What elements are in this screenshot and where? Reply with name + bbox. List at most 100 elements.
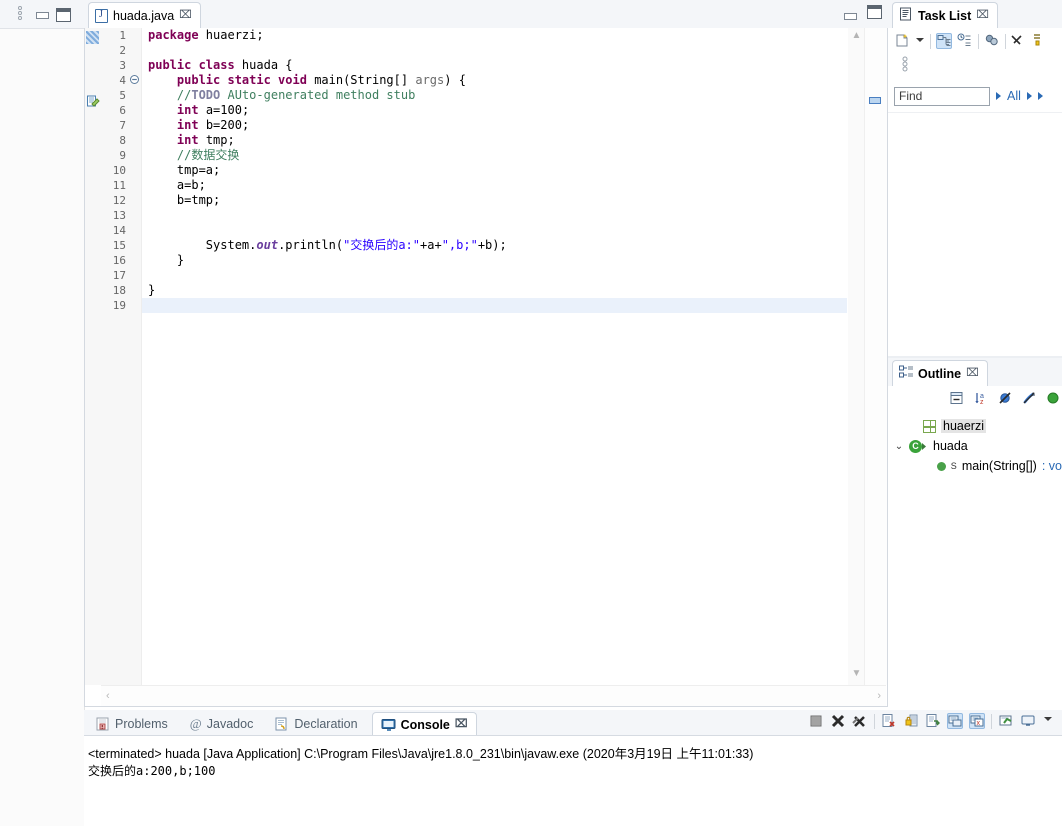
- filter-completed-icon[interactable]: [1011, 33, 1027, 49]
- tab-javadoc[interactable]: @ Javadoc: [182, 712, 262, 735]
- editor-overview-ruler[interactable]: [864, 28, 887, 685]
- close-icon[interactable]: ⌧: [455, 719, 468, 730]
- chevron-down-icon[interactable]: ⌄: [894, 441, 904, 452]
- view-menu-icon[interactable]: [1032, 33, 1048, 49]
- search-input[interactable]: [894, 86, 990, 106]
- code-line[interactable]: public static void main(String[] args) {: [142, 73, 847, 88]
- outline-tree[interactable]: huaerzi ⌄ Chuada Smain(String[]) : vo: [888, 414, 1062, 712]
- chevron-right-icon[interactable]: [1026, 92, 1032, 100]
- scroll-right-arrow-icon[interactable]: ›: [877, 690, 881, 702]
- restore-icon[interactable]: [18, 6, 26, 22]
- code-line[interactable]: System.out.println("交换后的a:"+a+",b;"+b);: [142, 238, 847, 253]
- code-line[interactable]: public class huada {: [142, 58, 847, 73]
- outline-tree-item[interactable]: Smain(String[]) : vo: [888, 456, 1062, 476]
- code-line[interactable]: [142, 223, 847, 238]
- outline-tree-item[interactable]: ⌄ Chuada: [888, 436, 1062, 456]
- minimize-icon[interactable]: [844, 12, 857, 20]
- bottom-panel: Problems @ Javadoc Declaration Console ⌧: [84, 710, 1062, 826]
- sort-icon[interactable]: az: [974, 391, 990, 407]
- editor-line-numbers: 1 2 3 4 5 6 7 8 9 10 11 12 13 14 15 16 17 18 19: [101, 28, 129, 685]
- task-list-toolbar: [888, 28, 1062, 54]
- display-selected-console-icon[interactable]: [1020, 713, 1036, 729]
- code-line[interactable]: tmp=a;: [142, 163, 847, 178]
- open-console-icon[interactable]: [998, 713, 1014, 729]
- task-list-body[interactable]: [888, 112, 1062, 357]
- editor-horizontal-scrollbar[interactable]: ‹ ›: [101, 685, 886, 706]
- code-line[interactable]: [142, 43, 847, 58]
- view-menu-icon[interactable]: [1042, 713, 1058, 729]
- code-line[interactable]: [142, 268, 847, 283]
- code-line[interactable]: int b=200;: [142, 118, 847, 133]
- code-token: ) {: [444, 73, 466, 87]
- outline-item-icon: C: [909, 439, 928, 453]
- tab-task-list[interactable]: Task List ⌧: [892, 2, 998, 28]
- fold-slot: [129, 58, 141, 73]
- console-output[interactable]: <terminated> huada [Java Application] C:…: [84, 737, 1062, 826]
- code-token: int: [176, 133, 199, 147]
- scroll-up-arrow-icon[interactable]: ▲: [851, 30, 862, 41]
- code-line[interactable]: int tmp;: [142, 133, 847, 148]
- minimize-icon[interactable]: [36, 12, 49, 19]
- scroll-lock-icon[interactable]: [903, 713, 919, 729]
- collapse-all-icon[interactable]: [950, 391, 966, 407]
- left-rail: [0, 0, 85, 826]
- clear-console-icon[interactable]: [881, 713, 897, 729]
- chevron-right-icon[interactable]: [1037, 92, 1043, 100]
- editor-tab-bar: huada.java ⌧: [84, 0, 888, 28]
- hide-nonpublic-icon[interactable]: [1046, 391, 1062, 407]
- code-line[interactable]: //TODO AUto-generated method stub: [142, 88, 847, 103]
- tab-declaration[interactable]: Declaration: [267, 712, 365, 735]
- word-wrap-icon[interactable]: [925, 713, 941, 729]
- editor-folding-column[interactable]: [129, 28, 142, 685]
- new-task-dropdown-icon[interactable]: [915, 34, 925, 48]
- maximize-icon[interactable]: [867, 5, 882, 19]
- maximize-icon[interactable]: [56, 8, 71, 22]
- close-icon[interactable]: ⌧: [966, 368, 979, 379]
- tab-console[interactable]: Console ⌧: [371, 712, 477, 736]
- fold-collapse-icon[interactable]: [129, 73, 141, 88]
- code-line[interactable]: a=b;: [142, 178, 847, 193]
- bottom-tab-separator: [84, 735, 1062, 736]
- code-line[interactable]: int a=100;: [142, 103, 847, 118]
- restore-maximize-icon[interactable]: [901, 56, 909, 75]
- remove-all-terminated-icon[interactable]: [852, 713, 868, 729]
- editor-tab-huada-java[interactable]: huada.java ⌧: [88, 2, 201, 28]
- close-icon[interactable]: ⌧: [976, 10, 989, 21]
- code-line[interactable]: [142, 298, 847, 313]
- editor-code[interactable]: package huaerzi; public class huada { pub…: [142, 28, 847, 685]
- hide-static-icon[interactable]: s: [1022, 391, 1038, 407]
- code-line[interactable]: //数据交换: [142, 148, 847, 163]
- scheduled-presentation-icon[interactable]: [957, 33, 973, 49]
- new-task-icon[interactable]: [894, 32, 910, 51]
- show-console-on-output-icon[interactable]: [947, 713, 963, 729]
- quickfix-marker-icon[interactable]: [86, 94, 100, 108]
- hide-fields-icon[interactable]: [998, 391, 1014, 407]
- chevron-right-icon[interactable]: [996, 92, 1001, 100]
- editor-marker-bar[interactable]: [85, 28, 102, 685]
- filter-all-link[interactable]: All: [1007, 89, 1021, 103]
- code-line[interactable]: }: [142, 283, 847, 298]
- focus-on-workweek-icon[interactable]: [984, 33, 1000, 49]
- line-number: 17: [112, 269, 126, 282]
- outline-tree-item[interactable]: huaerzi: [888, 416, 1062, 436]
- code-line[interactable]: }: [142, 253, 847, 268]
- fold-slot: [129, 268, 141, 283]
- terminate-all-icon[interactable]: [808, 713, 824, 729]
- scroll-down-arrow-icon[interactable]: ▼: [851, 668, 862, 679]
- code-line[interactable]: package huaerzi;: [142, 28, 847, 43]
- overview-ruler-marker[interactable]: [869, 97, 881, 104]
- remove-launch-icon[interactable]: [830, 713, 846, 729]
- editor-vertical-scrollbar[interactable]: ▲ ▼: [848, 28, 865, 685]
- close-icon[interactable]: ⌧: [179, 10, 192, 21]
- tab-outline[interactable]: Outline ⌧: [892, 360, 988, 386]
- code-line[interactable]: b=tmp;: [142, 193, 847, 208]
- tab-label: Problems: [115, 716, 168, 731]
- pin-console-icon[interactable]: x: [969, 713, 985, 729]
- tab-problems[interactable]: Problems: [88, 712, 176, 735]
- categorized-presentation-icon[interactable]: [936, 33, 952, 49]
- fold-slot: [129, 253, 141, 268]
- line-number: 12: [112, 194, 126, 207]
- code-line[interactable]: [142, 208, 847, 223]
- scroll-left-arrow-icon[interactable]: ‹: [106, 690, 110, 702]
